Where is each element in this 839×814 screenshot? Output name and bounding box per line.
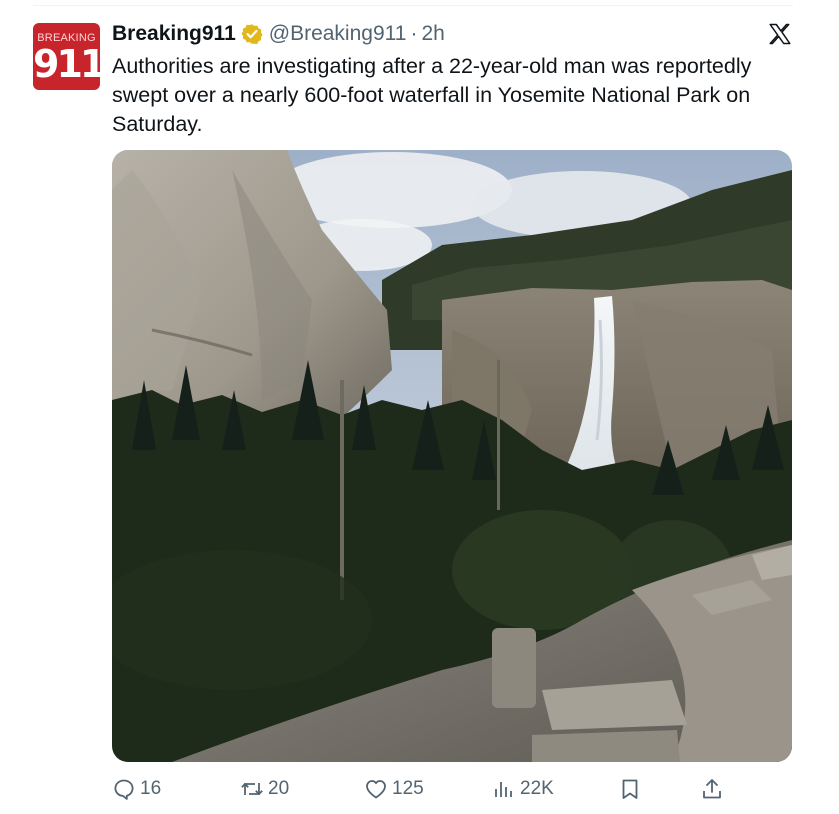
- views-count: 22K: [520, 778, 554, 799]
- bookmark-icon: [622, 779, 638, 799]
- repost-icon: [241, 783, 263, 795]
- tweet-text: Authorities are investigating after a 22…: [112, 54, 752, 136]
- tweet-photo[interactable]: [112, 150, 792, 762]
- display-name[interactable]: Breaking911: [112, 22, 236, 46]
- avatar-label-main: 911: [33, 42, 100, 86]
- action-bar: 16 20 125 22K: [0, 772, 839, 806]
- views-icon: [495, 782, 512, 797]
- reply-button[interactable]: 16: [112, 772, 161, 806]
- verified-badge-icon[interactable]: [241, 23, 263, 45]
- views-button[interactable]: 22K: [492, 772, 554, 806]
- top-divider: [33, 5, 793, 6]
- repost-button[interactable]: 20: [240, 772, 289, 806]
- separator-dot: ·: [410, 22, 418, 45]
- like-button[interactable]: 125: [364, 772, 424, 806]
- tweet-header: Breaking911 @Breaking911 · 2h: [112, 19, 445, 49]
- like-count: 125: [392, 778, 424, 799]
- reply-count: 16: [140, 778, 162, 799]
- user-handle[interactable]: @Breaking911: [269, 22, 407, 46]
- share-icon: [703, 779, 721, 799]
- avatar[interactable]: BREAKING 911: [33, 23, 100, 90]
- timestamp[interactable]: 2h: [421, 22, 444, 46]
- share-button[interactable]: [700, 772, 724, 806]
- heart-icon: [366, 780, 386, 799]
- bookmark-button[interactable]: [618, 772, 642, 806]
- repost-count: 20: [268, 778, 290, 799]
- reply-icon: [114, 779, 134, 800]
- waterfall-photo-image: [112, 150, 792, 762]
- x-logo-icon[interactable]: [768, 22, 792, 46]
